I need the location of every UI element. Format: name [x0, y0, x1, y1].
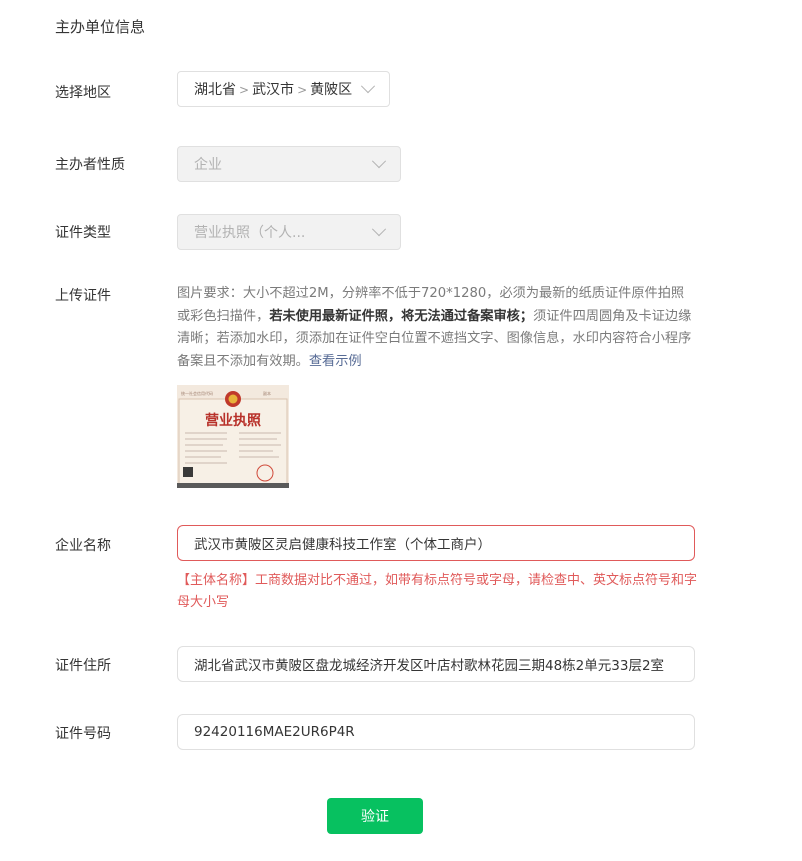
cert-no-input[interactable]: 92420116MAE2UR6P4R: [177, 714, 695, 750]
city-text: 武汉市: [252, 82, 295, 98]
verify-button[interactable]: 验证: [327, 798, 423, 834]
example-link[interactable]: 查看示例: [309, 354, 362, 369]
company-label: 企业名称: [55, 538, 111, 554]
svg-text:副本: 副本: [263, 390, 271, 396]
upload-label: 上传证件: [55, 288, 111, 304]
region-value: 湖北省 > 武汉市 > 黄陂区: [178, 79, 363, 99]
district-text: 黄陂区: [310, 82, 353, 98]
license-thumbnail[interactable]: 统一社会信用代码 副本 营业执照: [177, 385, 289, 488]
section-title: 主办单位信息: [55, 18, 146, 36]
chevron-right-icon: >: [239, 83, 250, 97]
cert-type-label: 证件类型: [55, 225, 111, 241]
license-title: 营业执照: [205, 412, 261, 429]
license-image: 统一社会信用代码 副本 营业执照: [177, 385, 289, 488]
chevron-right-icon: >: [297, 83, 308, 97]
company-error-message: 【主体名称】工商数据对比不通过，如带有标点符号或字母，请检查中、英文标点符号和字…: [177, 573, 698, 610]
address-input[interactable]: 湖北省武汉市黄陂区盘龙城经济开发区叶店村歌林花园三期48栋2单元33层2室: [177, 646, 695, 682]
chevron-down-icon: [371, 222, 387, 237]
cert-no-label: 证件号码: [55, 726, 111, 742]
svg-text:统一社会信用代码: 统一社会信用代码: [181, 390, 213, 396]
province-text: 湖北省: [194, 82, 236, 98]
region-label: 选择地区: [55, 85, 111, 101]
nature-label: 主办者性质: [55, 157, 125, 173]
region-select[interactable]: 湖北省 > 武汉市 > 黄陂区: [177, 71, 390, 107]
company-name-input[interactable]: 武汉市黄陂区灵启健康科技工作室（个体工商户）: [177, 525, 695, 561]
requirements-warning: 若未使用最新证件照，将无法通过备案审核；: [269, 308, 534, 324]
address-label: 证件住所: [55, 658, 111, 674]
upload-requirements: 图片要求：大小不超过2M，分辨率不低于720*1280，必须为最新的纸质证件原件…: [177, 283, 697, 373]
cert-type-value: 营业执照（个人...: [194, 225, 306, 241]
nature-select[interactable]: 企业: [177, 146, 401, 182]
chevron-down-icon: [360, 79, 376, 94]
chevron-down-icon: [371, 154, 387, 169]
cert-type-select[interactable]: 营业执照（个人...: [177, 214, 401, 250]
nature-value: 企业: [194, 157, 222, 173]
